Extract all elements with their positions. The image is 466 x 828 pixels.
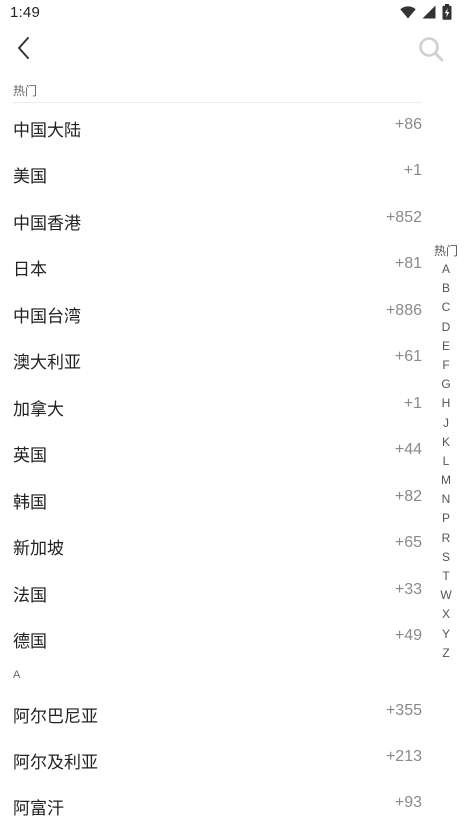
country-row-australia[interactable]: 澳大利亚 +61 bbox=[0, 336, 434, 382]
index-item-y[interactable]: Y bbox=[432, 625, 460, 644]
country-dial-code: +852 bbox=[385, 209, 422, 226]
index-item-m[interactable]: M bbox=[432, 471, 460, 490]
country-name: 中国香港 bbox=[13, 214, 81, 233]
index-item-a[interactable]: A bbox=[432, 260, 460, 279]
index-item-c[interactable]: C bbox=[432, 298, 460, 317]
country-row-france[interactable]: 法国 +33 bbox=[0, 569, 434, 615]
index-item-w[interactable]: W bbox=[432, 586, 460, 605]
country-dial-code: +33 bbox=[394, 581, 422, 598]
country-name: 中国大陆 bbox=[13, 121, 81, 140]
country-row-china-mainland[interactable]: 中国大陆 +86 bbox=[0, 104, 434, 150]
country-name: 韩国 bbox=[13, 493, 47, 512]
country-row-taiwan[interactable]: 中国台湾 +886 bbox=[0, 290, 434, 336]
index-item-g[interactable]: G bbox=[432, 375, 460, 394]
country-name: 日本 bbox=[13, 260, 47, 279]
index-item-f[interactable]: F bbox=[432, 356, 460, 375]
index-item-hot[interactable]: 热门 bbox=[432, 242, 460, 260]
country-row-japan[interactable]: 日本 +81 bbox=[0, 243, 434, 289]
country-dial-code: +1 bbox=[403, 162, 422, 179]
country-row-hong-kong[interactable]: 中国香港 +852 bbox=[0, 197, 434, 243]
country-dial-code: +82 bbox=[394, 488, 422, 505]
country-name: 美国 bbox=[13, 167, 47, 186]
country-row-singapore[interactable]: 新加坡 +65 bbox=[0, 522, 434, 568]
country-row-usa[interactable]: 美国 +1 bbox=[0, 150, 434, 196]
country-dial-code: +1 bbox=[403, 395, 422, 412]
index-item-d[interactable]: D bbox=[432, 318, 460, 337]
battery-charging-icon bbox=[442, 4, 452, 25]
country-name: 阿尔巴尼亚 bbox=[13, 707, 98, 726]
country-name: 德国 bbox=[13, 632, 47, 651]
status-icons bbox=[400, 4, 452, 25]
country-dial-code: +61 bbox=[394, 348, 422, 365]
country-dial-code: +886 bbox=[385, 302, 422, 319]
country-dial-code: +81 bbox=[394, 255, 422, 272]
section-header-hot: 热门 bbox=[13, 84, 38, 98]
country-dial-code: +213 bbox=[385, 748, 422, 765]
country-name: 英国 bbox=[13, 446, 47, 465]
country-row-uk[interactable]: 英国 +44 bbox=[0, 429, 434, 475]
toolbar bbox=[0, 26, 466, 74]
index-item-l[interactable]: L bbox=[432, 452, 460, 471]
index-item-h[interactable]: H bbox=[432, 394, 460, 413]
country-name: 新加坡 bbox=[13, 539, 64, 558]
country-code-picker-screen: 1:49 热门 中国大陆 +86 美国 +1 中国香港 +852 日本 +81 … bbox=[0, 0, 466, 828]
country-dial-code: +65 bbox=[394, 534, 422, 551]
country-name: 加拿大 bbox=[13, 400, 64, 419]
country-row-canada[interactable]: 加拿大 +1 bbox=[0, 383, 434, 429]
country-dial-code: +355 bbox=[385, 702, 422, 719]
country-row-albania[interactable]: 阿尔巴尼亚 +355 bbox=[0, 690, 434, 736]
section-header-a: A bbox=[13, 669, 21, 681]
country-name: 法国 bbox=[13, 586, 47, 605]
back-button[interactable] bbox=[8, 34, 40, 66]
country-dial-code: +93 bbox=[394, 794, 422, 811]
country-name: 中国台湾 bbox=[13, 307, 81, 326]
country-name: 澳大利亚 bbox=[13, 353, 81, 372]
index-item-e[interactable]: E bbox=[432, 337, 460, 356]
index-item-p[interactable]: P bbox=[432, 509, 460, 528]
search-button[interactable] bbox=[416, 36, 446, 66]
country-row-germany[interactable]: 德国 +49 bbox=[0, 615, 434, 661]
status-time: 1:49 bbox=[10, 4, 40, 21]
index-item-b[interactable]: B bbox=[432, 279, 460, 298]
chevron-left-icon bbox=[16, 36, 32, 65]
country-row-algeria[interactable]: 阿尔及利亚 +213 bbox=[0, 736, 434, 782]
country-name: 阿尔及利亚 bbox=[13, 753, 98, 772]
index-item-s[interactable]: S bbox=[432, 548, 460, 567]
search-icon bbox=[418, 36, 444, 67]
country-dial-code: +86 bbox=[394, 116, 422, 133]
country-name: 阿富汗 bbox=[13, 799, 64, 818]
index-item-n[interactable]: N bbox=[432, 490, 460, 509]
index-item-r[interactable]: R bbox=[432, 529, 460, 548]
status-bar: 1:49 bbox=[0, 0, 466, 26]
country-dial-code: +49 bbox=[394, 627, 422, 644]
index-item-x[interactable]: X bbox=[432, 605, 460, 624]
wifi-icon bbox=[400, 5, 416, 24]
index-item-k[interactable]: K bbox=[432, 433, 460, 452]
index-item-t[interactable]: T bbox=[432, 567, 460, 586]
country-dial-code: +44 bbox=[394, 441, 422, 458]
index-item-j[interactable]: J bbox=[432, 414, 460, 433]
section-divider bbox=[13, 102, 422, 103]
country-row-korea[interactable]: 韩国 +82 bbox=[0, 476, 434, 522]
cellular-signal-icon bbox=[422, 5, 436, 24]
country-row-afghanistan[interactable]: 阿富汗 +93 bbox=[0, 782, 434, 828]
alphabet-index-bar[interactable]: 热门 A B C D E F G H J K L M N P R S T W X… bbox=[432, 242, 460, 663]
index-item-z[interactable]: Z bbox=[432, 644, 460, 663]
